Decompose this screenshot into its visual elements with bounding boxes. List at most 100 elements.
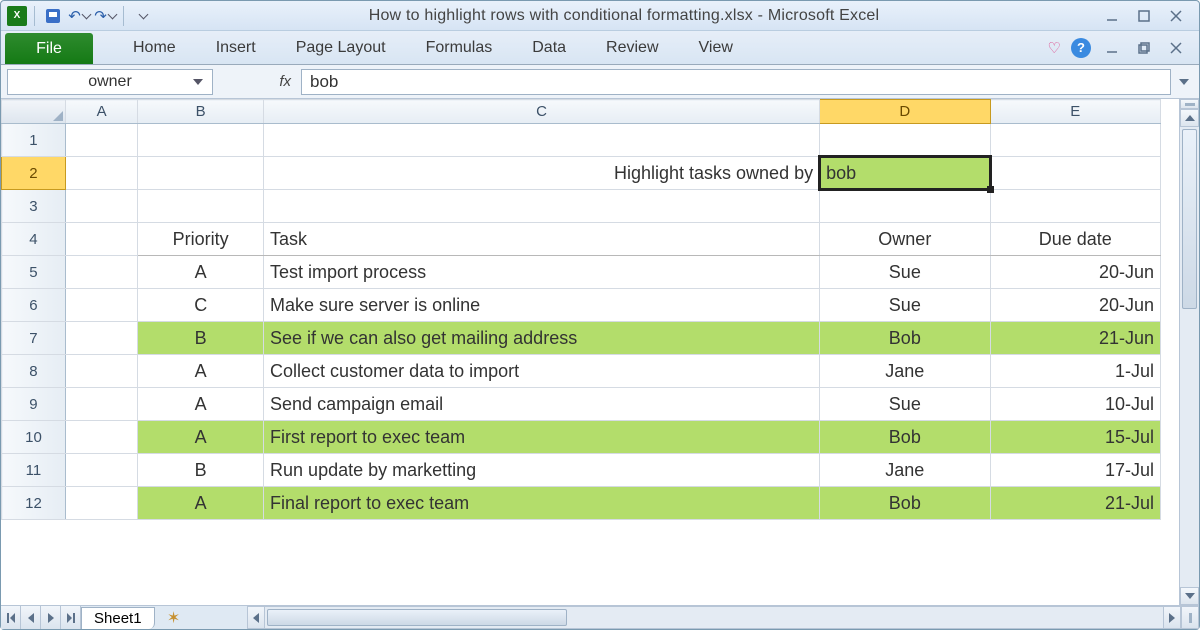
cell-D7[interactable]: Bob: [820, 322, 990, 355]
redo-button[interactable]: ↷: [94, 5, 116, 27]
column-header-B[interactable]: B: [138, 100, 264, 124]
cell-A7[interactable]: [65, 322, 137, 355]
file-tab[interactable]: File: [5, 33, 93, 64]
undo-button[interactable]: ↶: [68, 5, 90, 27]
row-header-1[interactable]: 1: [2, 124, 66, 157]
cell-D5[interactable]: Sue: [820, 256, 990, 289]
scroll-up-button[interactable]: [1180, 109, 1199, 127]
ribbon-close-button[interactable]: [1165, 38, 1187, 58]
cell-D12[interactable]: Bob: [820, 487, 990, 520]
cell-C11[interactable]: Run update by marketting: [264, 454, 820, 487]
hscroll-thumb[interactable]: [267, 609, 567, 626]
cell-D1[interactable]: [820, 124, 990, 157]
new-sheet-button[interactable]: ✶: [161, 606, 187, 629]
close-button[interactable]: [1165, 6, 1187, 26]
ribbon-tab-data[interactable]: Data: [530, 33, 568, 63]
cell-B12[interactable]: A: [138, 487, 264, 520]
prev-sheet-button[interactable]: [21, 606, 41, 629]
cell-C10[interactable]: First report to exec team: [264, 421, 820, 454]
cell-E10[interactable]: 15-Jul: [990, 421, 1160, 454]
ribbon-tab-view[interactable]: View: [697, 33, 735, 63]
column-header-D[interactable]: D: [820, 100, 990, 124]
row-header-2[interactable]: 2: [2, 157, 66, 190]
cell-D11[interactable]: Jane: [820, 454, 990, 487]
cell-B11[interactable]: B: [138, 454, 264, 487]
scroll-down-button[interactable]: [1180, 587, 1199, 605]
help-button[interactable]: ?: [1071, 38, 1091, 58]
ribbon-tab-home[interactable]: Home: [131, 33, 178, 63]
split-handle[interactable]: [1180, 99, 1199, 109]
cell-B10[interactable]: A: [138, 421, 264, 454]
last-sheet-button[interactable]: [61, 606, 81, 629]
cell-A4[interactable]: [65, 223, 137, 256]
cell-D4[interactable]: Owner: [820, 223, 990, 256]
save-button[interactable]: [42, 5, 64, 27]
cell-C3[interactable]: [264, 190, 820, 223]
cell-E6[interactable]: 20-Jun: [990, 289, 1160, 322]
cell-A5[interactable]: [65, 256, 137, 289]
cell-A11[interactable]: [65, 454, 137, 487]
column-header-E[interactable]: E: [990, 100, 1160, 124]
row-header-8[interactable]: 8: [2, 355, 66, 388]
cell-E5[interactable]: 20-Jun: [990, 256, 1160, 289]
expand-formula-bar-button[interactable]: [1175, 79, 1193, 85]
row-header-4[interactable]: 4: [2, 223, 66, 256]
cell-B8[interactable]: A: [138, 355, 264, 388]
row-header-7[interactable]: 7: [2, 322, 66, 355]
cell-C5[interactable]: Test import process: [264, 256, 820, 289]
cell-E2[interactable]: [990, 157, 1160, 190]
cell-C9[interactable]: Send campaign email: [264, 388, 820, 421]
cell-C8[interactable]: Collect customer data to import: [264, 355, 820, 388]
cell-B7[interactable]: B: [138, 322, 264, 355]
ribbon-tab-insert[interactable]: Insert: [214, 33, 258, 63]
ribbon-minimize-button[interactable]: [1101, 38, 1123, 58]
spreadsheet-grid[interactable]: ABCDE 12Highlight tasks owned bybob34Pri…: [1, 99, 1161, 520]
cell-B3[interactable]: [138, 190, 264, 223]
row-header-6[interactable]: 6: [2, 289, 66, 322]
vscroll-thumb[interactable]: [1182, 129, 1197, 309]
cell-A12[interactable]: [65, 487, 137, 520]
cell-C2[interactable]: Highlight tasks owned by: [264, 157, 820, 190]
ribbon-tab-formulas[interactable]: Formulas: [424, 33, 495, 63]
row-header-3[interactable]: 3: [2, 190, 66, 223]
cell-B1[interactable]: [138, 124, 264, 157]
next-sheet-button[interactable]: [41, 606, 61, 629]
cell-E9[interactable]: 10-Jul: [990, 388, 1160, 421]
cell-C7[interactable]: See if we can also get mailing address: [264, 322, 820, 355]
cell-B6[interactable]: C: [138, 289, 264, 322]
cell-B4[interactable]: Priority: [138, 223, 264, 256]
cell-A10[interactable]: [65, 421, 137, 454]
favorite-icon[interactable]: ♡: [1048, 39, 1061, 57]
cell-A1[interactable]: [65, 124, 137, 157]
horizontal-scrollbar[interactable]: [247, 606, 1199, 629]
cell-D9[interactable]: Sue: [820, 388, 990, 421]
name-box-dropdown-icon[interactable]: [190, 74, 206, 90]
cell-E7[interactable]: 21-Jun: [990, 322, 1160, 355]
cell-E4[interactable]: Due date: [990, 223, 1160, 256]
maximize-button[interactable]: [1133, 6, 1155, 26]
row-header-10[interactable]: 10: [2, 421, 66, 454]
formula-input[interactable]: bob: [301, 69, 1171, 95]
cell-A9[interactable]: [65, 388, 137, 421]
cell-E11[interactable]: 17-Jul: [990, 454, 1160, 487]
ribbon-tab-review[interactable]: Review: [604, 33, 660, 63]
first-sheet-button[interactable]: [1, 606, 21, 629]
customize-qat-button[interactable]: [131, 5, 153, 27]
excel-logo-icon[interactable]: X: [7, 6, 27, 26]
minimize-button[interactable]: [1101, 6, 1123, 26]
cell-D10[interactable]: Bob: [820, 421, 990, 454]
cell-D3[interactable]: [820, 190, 990, 223]
cell-C4[interactable]: Task: [264, 223, 820, 256]
hscroll-track[interactable]: [265, 606, 1163, 629]
ribbon-tab-page-layout[interactable]: Page Layout: [294, 33, 388, 63]
row-header-12[interactable]: 12: [2, 487, 66, 520]
vertical-scrollbar[interactable]: [1179, 99, 1199, 605]
cell-A6[interactable]: [65, 289, 137, 322]
cell-A8[interactable]: [65, 355, 137, 388]
select-all-corner[interactable]: [2, 100, 66, 124]
cell-B9[interactable]: A: [138, 388, 264, 421]
name-box[interactable]: owner: [7, 69, 213, 95]
cell-C6[interactable]: Make sure server is online: [264, 289, 820, 322]
cell-E12[interactable]: 21-Jul: [990, 487, 1160, 520]
cell-A2[interactable]: [65, 157, 137, 190]
